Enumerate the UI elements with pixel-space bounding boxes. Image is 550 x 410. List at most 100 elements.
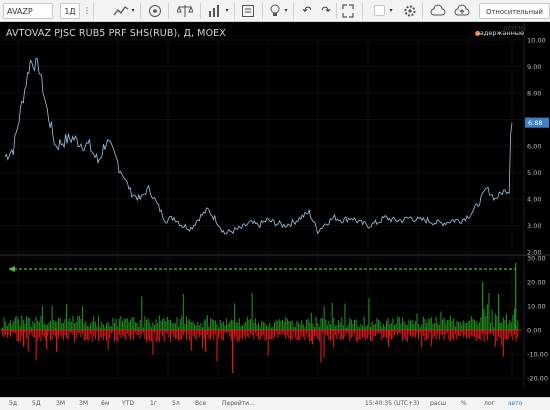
volume-bar-down (486, 330, 488, 340)
volume-bar-down (229, 330, 231, 337)
volume-bar-down (299, 330, 301, 340)
volume-bar-up (421, 324, 423, 330)
volume-bar-down (419, 330, 421, 335)
volume-bar-down (366, 330, 368, 339)
log-toggle[interactable]: лог (484, 400, 495, 407)
range-6m[interactable]: 6м (101, 400, 109, 407)
chevron-down-icon[interactable]: ▾ (388, 3, 394, 19)
range-3M[interactable]: 3М (79, 400, 88, 407)
chart-container[interactable]: 10.009.008.007.006.005.004.003.002.00 30… (0, 22, 550, 388)
volume-bar-down (218, 330, 220, 339)
more-icon[interactable]: ⋮ (82, 3, 92, 19)
volume-bar-down (413, 330, 415, 337)
volume-bar-down (341, 330, 343, 340)
interval-button[interactable]: 1Д (60, 3, 80, 19)
volume-bar-up (35, 316, 37, 330)
scales-icon[interactable] (177, 4, 193, 18)
volume-bar-down (34, 330, 36, 338)
range-5y[interactable]: 5л (172, 400, 180, 407)
volume-bar-up (323, 306, 325, 330)
volume-bar-down (176, 330, 178, 339)
volume-bar-up (334, 325, 336, 330)
volume-bar-up (138, 326, 140, 330)
volume-bar-up (458, 322, 460, 330)
volume-bar-down (333, 330, 335, 348)
volume-bar-down (130, 330, 132, 341)
volume-bar-down (318, 330, 320, 342)
symbol-search-input[interactable]: AVAZP (3, 3, 53, 19)
volume-bar-down (126, 330, 128, 334)
cloud-upload-icon[interactable] (454, 4, 470, 18)
volume-bar-down (254, 330, 256, 333)
goto-date-button[interactable]: Перейти... (222, 400, 255, 407)
volume-bar-up (394, 324, 396, 330)
volume-bar-down (429, 330, 431, 334)
volume-bar-up (118, 318, 120, 330)
redo-icon[interactable]: ↷ (320, 3, 332, 19)
session-toggle[interactable]: расш (430, 400, 446, 407)
volume-bar-down (43, 330, 45, 337)
checkbox-icon[interactable] (374, 5, 385, 16)
volume-bar-down (392, 330, 394, 339)
volume-bar-down (56, 330, 58, 352)
volume-bar-up (357, 325, 359, 330)
scale-mode-select[interactable]: Относительный дейлы (479, 3, 550, 32)
volume-bar-down (370, 330, 372, 342)
volume-bar-up (277, 320, 279, 330)
volume-bar-down (368, 330, 370, 335)
volume-bar-down (165, 330, 167, 333)
volume-bar-up (306, 320, 308, 330)
volume-bar-down (283, 330, 285, 336)
line-chart-icon[interactable] (113, 4, 129, 18)
volume-bar-down (514, 330, 516, 335)
indicator-fx-icon[interactable] (148, 4, 162, 18)
alert-icon[interactable] (241, 4, 255, 18)
volume-bar-up (256, 324, 258, 330)
range-all[interactable]: Все (195, 400, 206, 407)
volume-bar-up (370, 326, 372, 330)
volume-bar-down (93, 330, 95, 336)
auto-toggle[interactable]: авто (508, 400, 522, 407)
volume-bar-down (509, 330, 511, 335)
volume-bar-up (288, 321, 290, 330)
volume-bar-down (74, 330, 76, 342)
volume-bar-up (507, 324, 509, 330)
settings-gear-icon[interactable] (403, 4, 417, 18)
volume-bar-down (410, 330, 412, 337)
volume-bar-down (123, 330, 125, 337)
volume-bar-up (174, 322, 176, 330)
cloud-icon[interactable] (430, 4, 446, 18)
volume-bar-down (187, 330, 189, 335)
range-ytd[interactable]: YTD (122, 400, 134, 407)
volume-bar-down (382, 330, 384, 338)
volume-bar-down (376, 330, 378, 334)
range-3m[interactable]: 3М (56, 400, 65, 407)
undo-icon[interactable]: ↶ (301, 3, 313, 19)
volume-bar-down (160, 330, 162, 334)
volume-bar-up (38, 321, 40, 330)
volume-tick-label: 10.00 (527, 303, 546, 311)
range-5d[interactable]: 5д (9, 400, 17, 407)
volume-bar-down (109, 330, 111, 339)
idea-bulb-icon[interactable] (269, 4, 281, 18)
range-5D[interactable]: 5Д (32, 400, 41, 407)
compare-chart-icon[interactable] (207, 4, 223, 18)
top-toolbar: AVAZP 1Д ⋮ ▾ ▾ ▾ ↶ ↷ ▾ Относительный дей… (0, 0, 550, 32)
percent-toggle[interactable]: % (461, 400, 467, 407)
volume-bar-up (102, 324, 104, 330)
chart-canvas[interactable]: 10.009.008.007.006.005.004.003.002.00 30… (0, 22, 550, 388)
volume-bar-up (341, 317, 343, 330)
volume-bar-down (13, 330, 15, 333)
volume-bar-up (50, 320, 52, 330)
volume-bar-up (446, 319, 448, 330)
volume-bar-down (40, 330, 42, 342)
volume-bar-down (485, 330, 487, 336)
chevron-down-icon[interactable]: ▾ (130, 3, 136, 19)
chevron-down-icon[interactable]: ▾ (224, 3, 230, 19)
chevron-down-icon[interactable]: ▾ (283, 3, 289, 19)
volume-bar-down (224, 330, 226, 333)
range-1y[interactable]: 1г (150, 400, 157, 407)
volume-bar-up (389, 324, 391, 330)
volume-bar-down (424, 330, 426, 341)
fullscreen-icon[interactable] (342, 4, 354, 18)
